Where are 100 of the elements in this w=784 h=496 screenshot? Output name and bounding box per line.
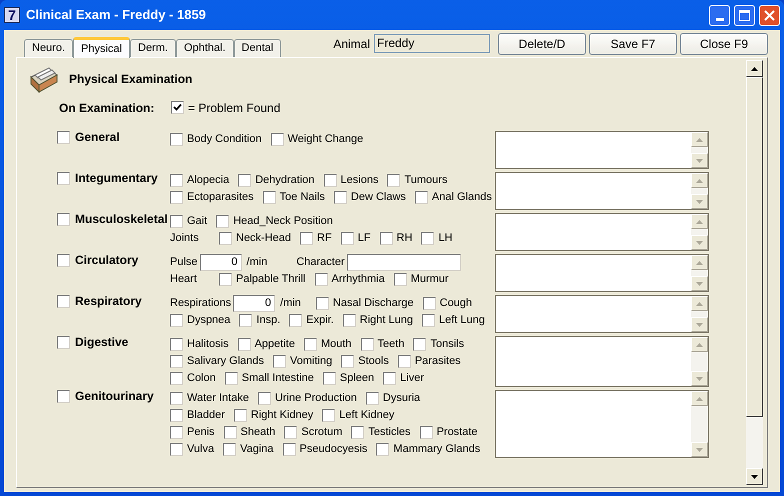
checkbox[interactable] [422,314,436,327]
notes-field[interactable] [495,172,709,210]
checkbox[interactable] [170,372,183,385]
checkbox[interactable] [341,355,354,368]
animal-field[interactable]: Freddy [374,34,490,53]
number-field[interactable]: 0 [200,254,242,271]
checkbox[interactable] [351,426,364,439]
checkbox[interactable] [414,191,428,204]
checkbox[interactable] [270,133,284,146]
option-label: Testicles [368,425,411,440]
checkbox[interactable] [334,191,347,204]
tab[interactable]: Dental [234,39,282,57]
option-label: Cough [440,296,472,312]
checkbox[interactable] [170,133,183,146]
option-label: LH [438,231,452,246]
scroll-thumb[interactable] [746,77,763,417]
checkbox[interactable] [300,232,314,245]
scrollbar[interactable] [746,60,763,485]
checkbox[interactable] [57,172,70,185]
checkbox[interactable] [57,390,70,403]
checkbox[interactable] [57,336,70,349]
maximize-button[interactable] [734,4,755,26]
close-button[interactable] [759,4,780,26]
checkbox[interactable] [170,215,183,228]
checkbox[interactable] [387,174,400,187]
checkbox[interactable] [170,191,183,204]
checkbox[interactable] [422,297,436,310]
notes-field[interactable] [495,295,709,333]
checkbox[interactable] [171,101,184,114]
checkbox[interactable] [398,355,411,368]
checkbox[interactable] [322,372,336,385]
tab[interactable]: Ophthal. [176,39,234,57]
action-button[interactable]: Save F7 [589,33,677,55]
option-label: Anal Glands [432,190,492,206]
checkbox[interactable] [216,215,230,228]
checkbox[interactable] [284,426,298,439]
notes-field[interactable] [495,336,709,387]
checkbox[interactable] [238,174,252,187]
scroll-up-button[interactable] [746,60,763,77]
checkbox[interactable] [170,426,183,439]
checkbox[interactable] [57,254,70,267]
option-label: Bladder [187,408,225,424]
checkbox[interactable] [420,426,433,439]
checkbox[interactable] [316,297,329,310]
field-label: Pulse [170,255,198,270]
action-button[interactable]: Close F9 [680,33,768,55]
checkbox[interactable] [170,443,183,456]
checkbox[interactable] [262,191,276,204]
tab[interactable]: Physical [73,37,130,58]
checkbox[interactable] [219,232,232,245]
notes-field[interactable] [495,390,709,458]
checkbox[interactable] [324,174,337,187]
notes-field[interactable] [495,254,709,292]
checkbox[interactable] [239,314,252,327]
checkbox[interactable] [170,314,183,327]
checkbox[interactable] [289,314,302,327]
option-label: Toe Nails [280,190,325,206]
checkbox[interactable] [366,392,379,405]
checkbox[interactable] [360,338,374,351]
checkbox[interactable] [170,409,183,422]
minimize-button[interactable] [709,4,730,26]
checkbox[interactable] [421,232,434,245]
checkbox[interactable] [394,273,407,286]
checkbox[interactable] [57,213,70,226]
checkbox[interactable] [223,443,236,456]
notes-field[interactable] [495,213,709,251]
checkbox[interactable] [342,314,356,327]
checkbox[interactable] [170,174,183,187]
checkbox[interactable] [304,338,317,351]
checkbox[interactable] [57,131,70,144]
checkbox[interactable] [322,409,336,422]
text-field[interactable] [346,254,461,271]
checkbox[interactable] [224,426,237,439]
option-label: Weight Change [288,132,364,148]
checkbox[interactable] [314,273,328,286]
checkbox[interactable] [234,409,247,422]
checkbox[interactable] [376,443,390,456]
option-label: Tonsils [430,337,464,352]
checkbox[interactable] [238,338,251,351]
checkbox[interactable] [380,232,393,245]
checkbox[interactable] [170,392,183,405]
tab[interactable]: Derm. [130,39,176,57]
tab[interactable]: Neuro. [24,39,74,57]
notes-field[interactable] [495,131,709,169]
checkbox[interactable] [273,355,286,368]
row-label: Heart [170,272,198,288]
checkbox[interactable] [170,355,183,368]
checkbox[interactable] [219,273,232,286]
option-label: Vulva [187,442,214,458]
checkbox[interactable] [224,372,238,385]
checkbox[interactable] [282,443,296,456]
number-field[interactable]: 0 [233,295,276,312]
checkbox[interactable] [383,372,396,385]
action-button[interactable]: Delete/D [498,33,586,55]
checkbox[interactable] [258,392,271,405]
checkbox[interactable] [340,232,354,245]
checkbox[interactable] [57,295,70,308]
checkbox[interactable] [413,338,426,351]
checkbox[interactable] [170,338,183,351]
scroll-down-button[interactable] [746,468,763,485]
